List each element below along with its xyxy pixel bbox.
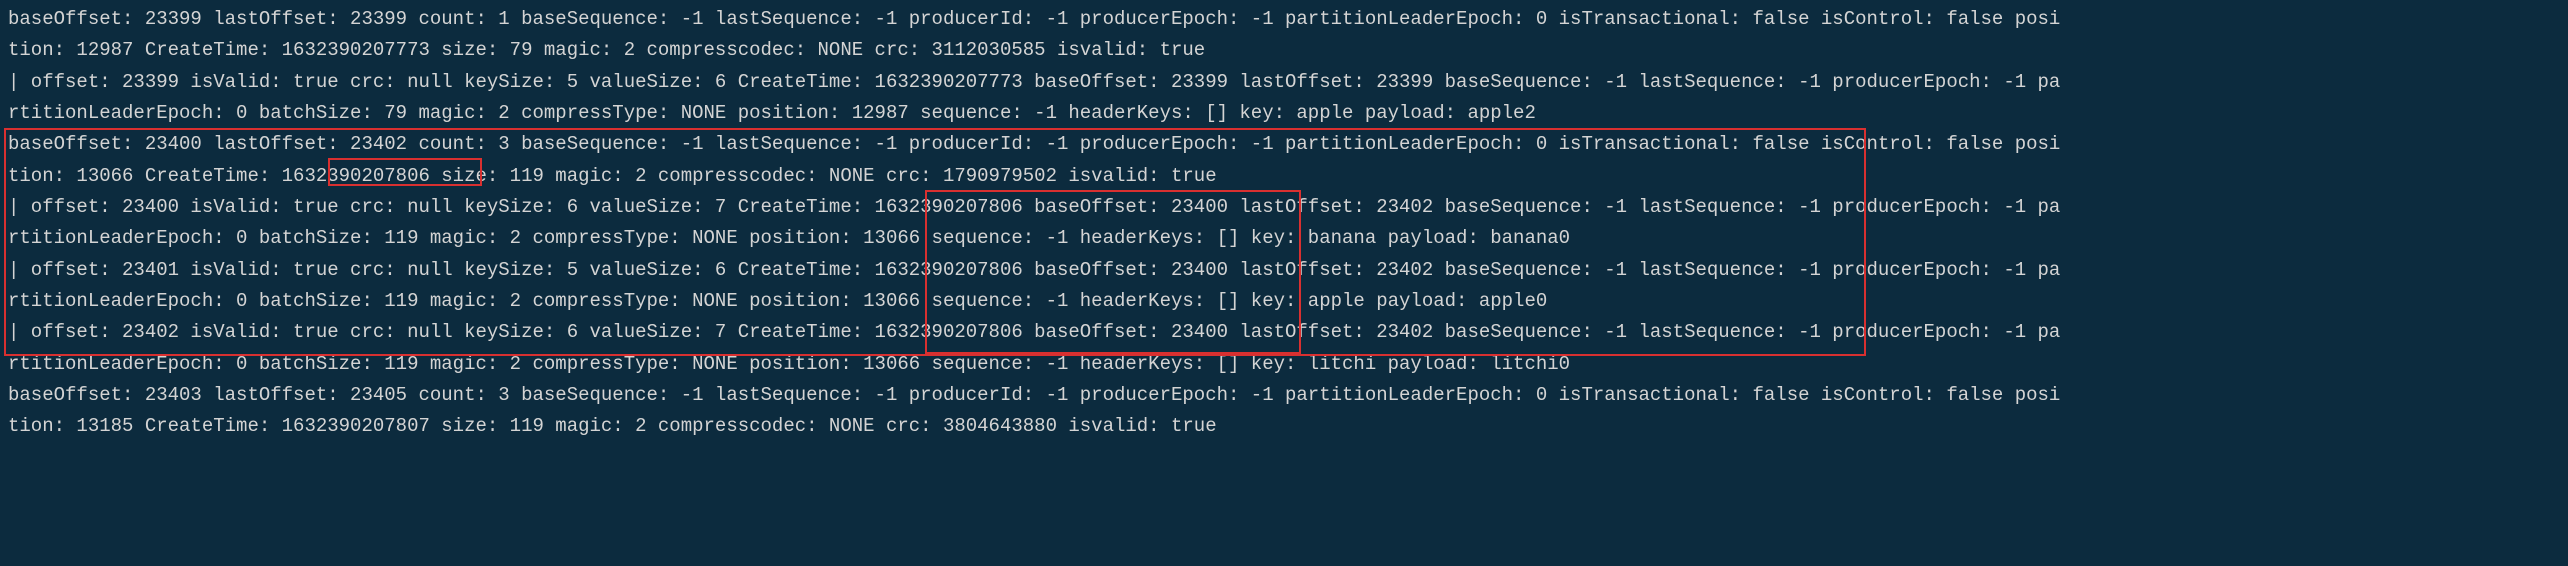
log-line: baseOffset: 23403 lastOffset: 23405 coun… bbox=[8, 380, 2560, 411]
terminal-output: baseOffset: 23399 lastOffset: 23399 coun… bbox=[8, 4, 2560, 443]
log-line: baseOffset: 23400 lastOffset: 23402 coun… bbox=[8, 129, 2560, 160]
log-line: | offset: 23402 isValid: true crc: null … bbox=[8, 317, 2560, 348]
log-line: tion: 13066 CreateTime: 1632390207806 si… bbox=[8, 161, 2560, 192]
log-line: rtitionLeaderEpoch: 0 batchSize: 79 magi… bbox=[8, 98, 2560, 129]
log-line: tion: 12987 CreateTime: 1632390207773 si… bbox=[8, 35, 2560, 66]
log-line: | offset: 23401 isValid: true crc: null … bbox=[8, 255, 2560, 286]
log-line: rtitionLeaderEpoch: 0 batchSize: 119 mag… bbox=[8, 286, 2560, 317]
log-line: | offset: 23399 isValid: true crc: null … bbox=[8, 67, 2560, 98]
log-line: rtitionLeaderEpoch: 0 batchSize: 119 mag… bbox=[8, 223, 2560, 254]
log-line: rtitionLeaderEpoch: 0 batchSize: 119 mag… bbox=[8, 349, 2560, 380]
log-line: | offset: 23400 isValid: true crc: null … bbox=[8, 192, 2560, 223]
log-line: baseOffset: 23399 lastOffset: 23399 coun… bbox=[8, 4, 2560, 35]
log-line: tion: 13185 CreateTime: 1632390207807 si… bbox=[8, 411, 2560, 442]
